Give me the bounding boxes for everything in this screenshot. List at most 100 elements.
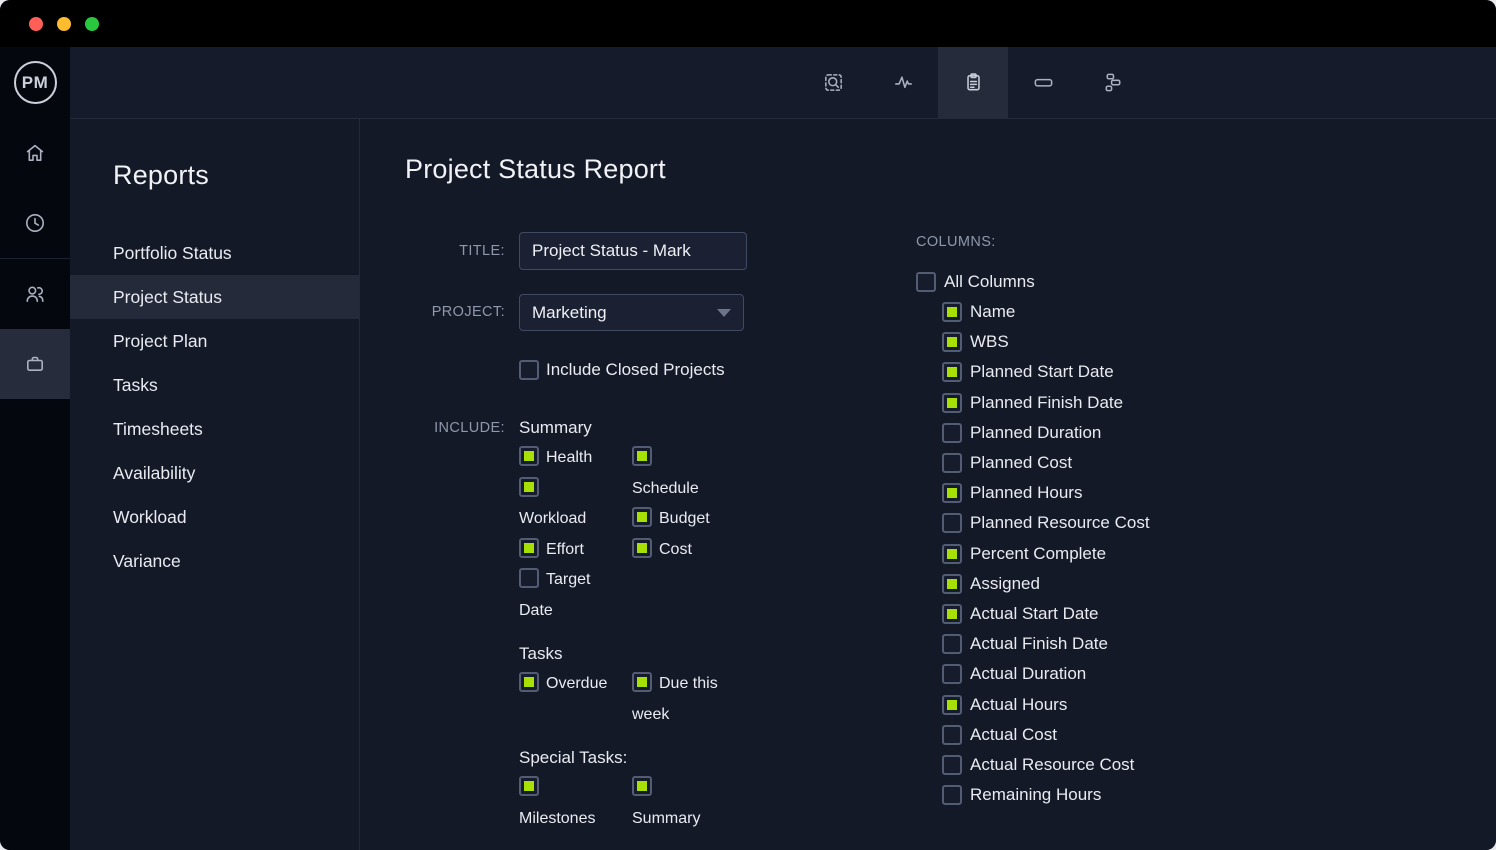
window-minimize-button[interactable] bbox=[57, 17, 71, 31]
include-option-checkbox[interactable] bbox=[519, 538, 539, 558]
include-option-label: Cost bbox=[659, 541, 692, 558]
toolbar-search-zoom[interactable] bbox=[798, 47, 868, 118]
home-icon bbox=[23, 141, 47, 165]
all-columns-label: All Columns bbox=[944, 272, 1035, 292]
column-option: WBS bbox=[942, 327, 1150, 357]
column-option-checkbox[interactable] bbox=[942, 362, 962, 382]
include-option-label: Health bbox=[546, 449, 592, 466]
sidebar-report-item[interactable]: Variance bbox=[70, 539, 359, 583]
include-option-checkbox[interactable] bbox=[632, 538, 652, 558]
column-option-checkbox[interactable] bbox=[942, 785, 962, 805]
column-option-checkbox[interactable] bbox=[942, 483, 962, 503]
window-close-button[interactable] bbox=[29, 17, 43, 31]
rail-item-home[interactable] bbox=[0, 118, 70, 188]
rail-item-time[interactable] bbox=[0, 188, 70, 258]
include-option-checkbox[interactable] bbox=[519, 446, 539, 466]
include-option-label: Milestones bbox=[519, 810, 595, 827]
reports-sidebar: Reports Portfolio Status Project Status … bbox=[70, 119, 360, 850]
toolbar-reports[interactable] bbox=[938, 47, 1008, 118]
tasks-heading: Tasks bbox=[519, 642, 723, 666]
column-option-checkbox[interactable] bbox=[942, 604, 962, 624]
column-option-label: Planned Hours bbox=[970, 483, 1082, 503]
column-option-checkbox[interactable] bbox=[942, 302, 962, 322]
users-icon bbox=[23, 282, 47, 306]
include-option-label: Effort bbox=[546, 541, 584, 558]
include-option: Summary bbox=[632, 773, 723, 834]
column-option: Assigned bbox=[942, 569, 1150, 599]
app-window: PM bbox=[0, 0, 1496, 850]
include-closed-projects-label: Include Closed Projects bbox=[546, 360, 725, 380]
include-option-checkbox[interactable] bbox=[632, 672, 652, 692]
column-option-checkbox[interactable] bbox=[942, 332, 962, 352]
column-option-checkbox[interactable] bbox=[942, 513, 962, 533]
sidebar-report-item[interactable]: Project Plan bbox=[70, 319, 359, 363]
include-option-checkbox[interactable] bbox=[519, 568, 539, 588]
column-option-checkbox[interactable] bbox=[942, 544, 962, 564]
toolbar-card[interactable] bbox=[1008, 47, 1078, 118]
sidebar-report-item[interactable]: Portfolio Status bbox=[70, 231, 359, 275]
include-option-checkbox[interactable] bbox=[632, 776, 652, 796]
icon-rail: PM bbox=[0, 47, 70, 850]
column-option-checkbox[interactable] bbox=[942, 574, 962, 594]
column-option: Actual Resource Cost bbox=[942, 750, 1150, 780]
column-option: Actual Duration bbox=[942, 659, 1150, 689]
include-option-checkbox[interactable] bbox=[519, 477, 539, 497]
summary-heading: Summary bbox=[519, 416, 723, 440]
columns-label: COLUMNS: bbox=[916, 232, 1150, 252]
column-option: Planned Resource Cost bbox=[942, 508, 1150, 538]
rail-item-projects[interactable] bbox=[0, 329, 70, 399]
project-label: PROJECT: bbox=[405, 294, 505, 331]
include-option: Target Date bbox=[519, 565, 610, 626]
sidebar-report-item[interactable]: Tasks bbox=[70, 363, 359, 407]
include-option: Due this week bbox=[632, 669, 723, 730]
pm-logo[interactable]: PM bbox=[14, 61, 57, 104]
briefcase-icon bbox=[23, 352, 47, 376]
column-option-checkbox[interactable] bbox=[942, 664, 962, 684]
toolbar-activity[interactable] bbox=[868, 47, 938, 118]
include-option: Budget bbox=[632, 504, 723, 535]
column-option-checkbox[interactable] bbox=[942, 725, 962, 745]
page-title: Project Status Report bbox=[405, 151, 916, 187]
include-option-checkbox[interactable] bbox=[519, 672, 539, 692]
all-columns-checkbox[interactable] bbox=[916, 272, 936, 292]
sidebar-report-item[interactable]: Project Status bbox=[70, 275, 359, 319]
include-option-checkbox[interactable] bbox=[519, 776, 539, 796]
window-maximize-button[interactable] bbox=[85, 17, 99, 31]
report-form: TITLE: PROJECT: Marketing bbox=[405, 232, 916, 850]
column-option: Remaining Hours bbox=[942, 780, 1150, 810]
column-option-checkbox[interactable] bbox=[942, 423, 962, 443]
column-option-checkbox[interactable] bbox=[942, 695, 962, 715]
rail-item-team[interactable] bbox=[0, 259, 70, 329]
project-select[interactable]: Marketing bbox=[519, 294, 744, 331]
include-option-checkbox[interactable] bbox=[632, 446, 652, 466]
column-option: Planned Finish Date bbox=[942, 388, 1150, 418]
activity-icon bbox=[892, 71, 915, 94]
include-option: Effort bbox=[519, 535, 610, 566]
column-option-checkbox[interactable] bbox=[942, 755, 962, 775]
include-options: Summary Health Workload bbox=[519, 416, 723, 850]
report-clipboard-icon bbox=[962, 71, 985, 94]
sidebar-report-item[interactable]: Timesheets bbox=[70, 407, 359, 451]
project-select-value: Marketing bbox=[532, 303, 607, 323]
column-option-checkbox[interactable] bbox=[942, 453, 962, 473]
reports-nav: Portfolio Status Project Status Project … bbox=[70, 231, 359, 583]
column-option: Planned Duration bbox=[942, 418, 1150, 448]
include-option-label: Schedule bbox=[632, 480, 699, 497]
column-option-label: Actual Start Date bbox=[970, 604, 1099, 624]
column-option-checkbox[interactable] bbox=[942, 634, 962, 654]
column-option-label: Actual Cost bbox=[970, 725, 1057, 745]
column-option-checkbox[interactable] bbox=[942, 393, 962, 413]
report-title-input[interactable] bbox=[519, 232, 747, 270]
sidebar-report-item[interactable]: Workload bbox=[70, 495, 359, 539]
column-option-label: Planned Resource Cost bbox=[970, 513, 1150, 533]
sidebar-report-item[interactable]: Availability bbox=[70, 451, 359, 495]
summary-group: Summary Health Workload bbox=[519, 416, 723, 626]
include-label: INCLUDE: bbox=[405, 416, 505, 850]
column-option-label: WBS bbox=[970, 332, 1009, 352]
columns-panel: COLUMNS: All Columns Name bbox=[916, 151, 1150, 850]
column-option-label: Actual Hours bbox=[970, 695, 1067, 715]
include-option-checkbox[interactable] bbox=[632, 507, 652, 527]
toolbar-gantt[interactable] bbox=[1078, 47, 1148, 118]
special-tasks-heading: Special Tasks: bbox=[519, 746, 723, 770]
include-closed-projects-checkbox[interactable] bbox=[519, 360, 539, 380]
